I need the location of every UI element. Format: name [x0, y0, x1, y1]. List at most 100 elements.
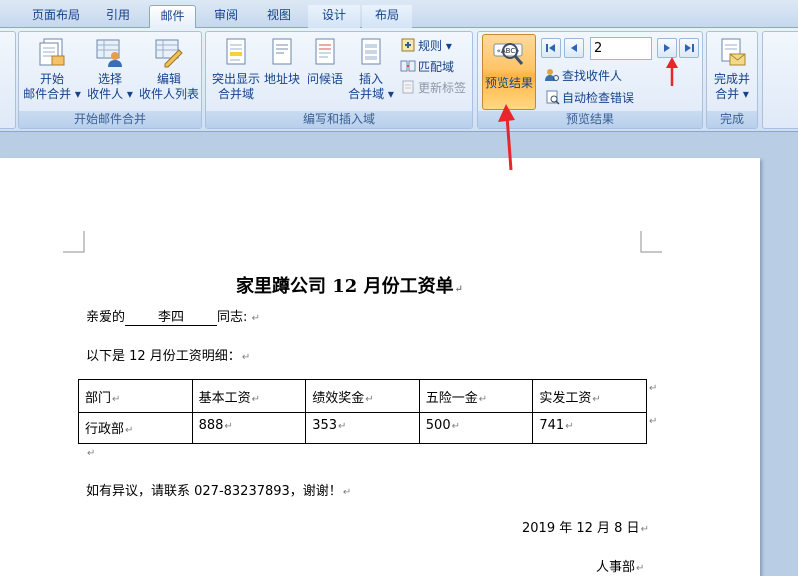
table-row: 行政部↵ 888↵ 353↵ 500↵ 741↵ [78, 412, 647, 444]
previous-record-button[interactable] [564, 38, 584, 58]
cell-net-salary: 741↵ [532, 412, 647, 444]
select-recipients-label-1: 选择 [97, 72, 122, 86]
match-fields-label: 匹配域 [418, 60, 455, 74]
group-partial [0, 31, 16, 129]
preview-results-label: 预览结果 [484, 76, 533, 90]
edit-recipient-list-label-1: 编辑 [156, 72, 181, 86]
group-write-insert-fields: 突出显示 合并域 地址块 问候语 插入 合并域 ▾ 规则 ▾ 匹配域 更新标签 … [205, 31, 473, 129]
magnifier-icon: «ABC» [493, 43, 524, 65]
edit-recipient-list-icon [155, 39, 183, 68]
document-page[interactable] [0, 158, 760, 576]
tab-page-layout[interactable]: 页面布局 [30, 5, 82, 28]
start-mail-merge-label-1: 开始 [39, 72, 64, 86]
insert-merge-field-label-2: 合并域 ▾ [348, 87, 394, 101]
address-block-button[interactable]: 地址块 [262, 34, 302, 108]
record-number-input[interactable] [590, 37, 652, 60]
crop-mark-top-right [640, 231, 662, 253]
group-start-mail-merge: 开始 邮件合并 ▾ 选择 收件人 ▾ 编辑 收件人列表 开始邮件合并 [18, 31, 202, 129]
intro-line: 以下是 12 月份工资明细：↵ [86, 349, 251, 364]
tab-design[interactable]: 设计 [308, 5, 360, 28]
cell-bonus: 353↵ [305, 412, 420, 444]
cell-insurance: 500↵ [418, 412, 534, 444]
first-record-button[interactable] [541, 38, 561, 58]
tab-references[interactable]: 引用 [96, 5, 140, 28]
insert-merge-field-icon [361, 38, 381, 65]
group-label-start-mail-merge: 开始邮件合并 [19, 111, 201, 128]
rules-button[interactable]: 规则 ▾ [400, 36, 452, 56]
highlight-fields-icon [226, 38, 246, 65]
start-mail-merge-icon [39, 38, 65, 66]
document-title: 家里蹲公司 12 月份工资单↵ [236, 276, 463, 297]
tab-mailings[interactable]: 邮件 [149, 5, 196, 29]
last-record-button[interactable] [679, 38, 699, 58]
table-row-end-mark-2: ↵ [649, 416, 658, 427]
select-recipients-button[interactable]: 选择 收件人 ▾ [81, 34, 139, 108]
greeting-line: 亲爱的 李四 同志: ↵ [86, 310, 260, 326]
match-fields-button[interactable]: 匹配域 [400, 57, 454, 77]
greeting-line-button[interactable]: 问候语 [303, 34, 347, 108]
empty-paragraph-mark: ↵ [87, 448, 96, 459]
address-block-label: 地址块 [263, 72, 300, 86]
header-department: 部门↵ [78, 379, 193, 413]
greeting-line-icon [315, 38, 335, 65]
annotation-arrow-next-record [666, 57, 678, 86]
match-fields-icon [400, 60, 416, 72]
table-header-row: 部门↵ 基本工资↵ 绩效奖金↵ 五险一金↵ 实发工资↵ [78, 379, 647, 413]
salary-table: 部门↵ 基本工资↵ 绩效奖金↵ 五险一金↵ 实发工资↵ 行政部↵ 888↵ 35… [78, 379, 647, 444]
preview-results-button[interactable]: «ABC» 预览结果 [482, 34, 536, 110]
greeting-suffix: 同志: [217, 310, 248, 325]
highlight-fields-label-1: 突出显示 [211, 72, 260, 86]
tab-layout[interactable]: 布局 [362, 5, 412, 28]
update-labels-button[interactable]: 更新标签 [400, 78, 466, 98]
start-mail-merge-label-2: 邮件合并 ▾ [23, 87, 81, 101]
start-mail-merge-button[interactable]: 开始 邮件合并 ▾ [23, 34, 81, 108]
find-recipient-button[interactable]: 查找收件人 [544, 66, 622, 86]
tab-view[interactable]: 视图 [257, 5, 301, 28]
group-label-write-insert: 编写和插入域 [206, 111, 472, 128]
recipient-name-field: 李四 [125, 311, 218, 326]
ribbon-tab-bar: 页面布局 引用 邮件 审阅 视图 设计 布局 [0, 0, 798, 29]
cell-base-salary: 888↵ [191, 412, 307, 444]
finish-merge-label-1: 完成并 [713, 72, 750, 86]
highlight-merge-fields-button[interactable]: 突出显示 合并域 [208, 34, 264, 108]
header-bonus: 绩效奖金↵ [305, 379, 420, 413]
crop-mark-top-left [63, 231, 85, 253]
edit-recipient-list-button[interactable]: 编辑 收件人列表 [139, 34, 199, 108]
group-finish: 完成并 合并 ▾ 完成 [706, 31, 758, 129]
find-recipient-label: 查找收件人 [562, 69, 623, 83]
find-recipient-icon [545, 69, 559, 81]
greeting-line-label: 问候语 [306, 72, 343, 86]
last-record-icon [685, 44, 694, 52]
update-labels-label: 更新标签 [418, 81, 467, 95]
next-record-button[interactable] [657, 38, 677, 58]
highlight-fields-label-2: 合并域 [217, 87, 254, 101]
rules-icon [401, 38, 415, 52]
table-row-end-mark-1: ↵ [649, 383, 658, 394]
greeting-prefix: 亲爱的 [86, 310, 126, 325]
first-record-icon [546, 44, 555, 52]
update-labels-icon [402, 80, 414, 94]
tab-review[interactable]: 审阅 [204, 5, 248, 28]
group-partial-right [762, 31, 798, 129]
insert-merge-field-button[interactable]: 插入 合并域 ▾ [346, 34, 396, 108]
annotation-arrow-preview [498, 104, 515, 171]
finish-merge-label-2: 合并 ▾ [715, 87, 749, 101]
select-recipients-icon [96, 39, 122, 67]
insert-merge-field-label-1: 插入 [358, 72, 383, 86]
date-line: 2019 年 12 月 8 日↵ [522, 521, 649, 536]
cell-department: 行政部↵ [78, 412, 193, 444]
contact-line: 如有异议，请联系 027-83237893，谢谢！↵ [86, 484, 352, 499]
header-base-salary: 基本工资↵ [191, 379, 307, 413]
next-record-icon [664, 44, 670, 52]
group-label-finish: 完成 [707, 111, 757, 128]
finish-merge-icon [721, 38, 746, 66]
finish-merge-button[interactable]: 完成并 合并 ▾ [705, 34, 759, 108]
auto-check-errors-button[interactable]: 自动检查错误 [544, 88, 634, 108]
previous-record-icon [571, 44, 577, 52]
header-net-salary: 实发工资↵ [532, 379, 647, 413]
header-insurance: 五险一金↵ [418, 379, 534, 413]
auto-check-errors-label: 自动检查错误 [562, 91, 635, 105]
edit-recipient-list-label-2: 收件人列表 [139, 87, 200, 101]
rules-label: 规则 [418, 39, 443, 53]
check-errors-icon [546, 90, 560, 105]
